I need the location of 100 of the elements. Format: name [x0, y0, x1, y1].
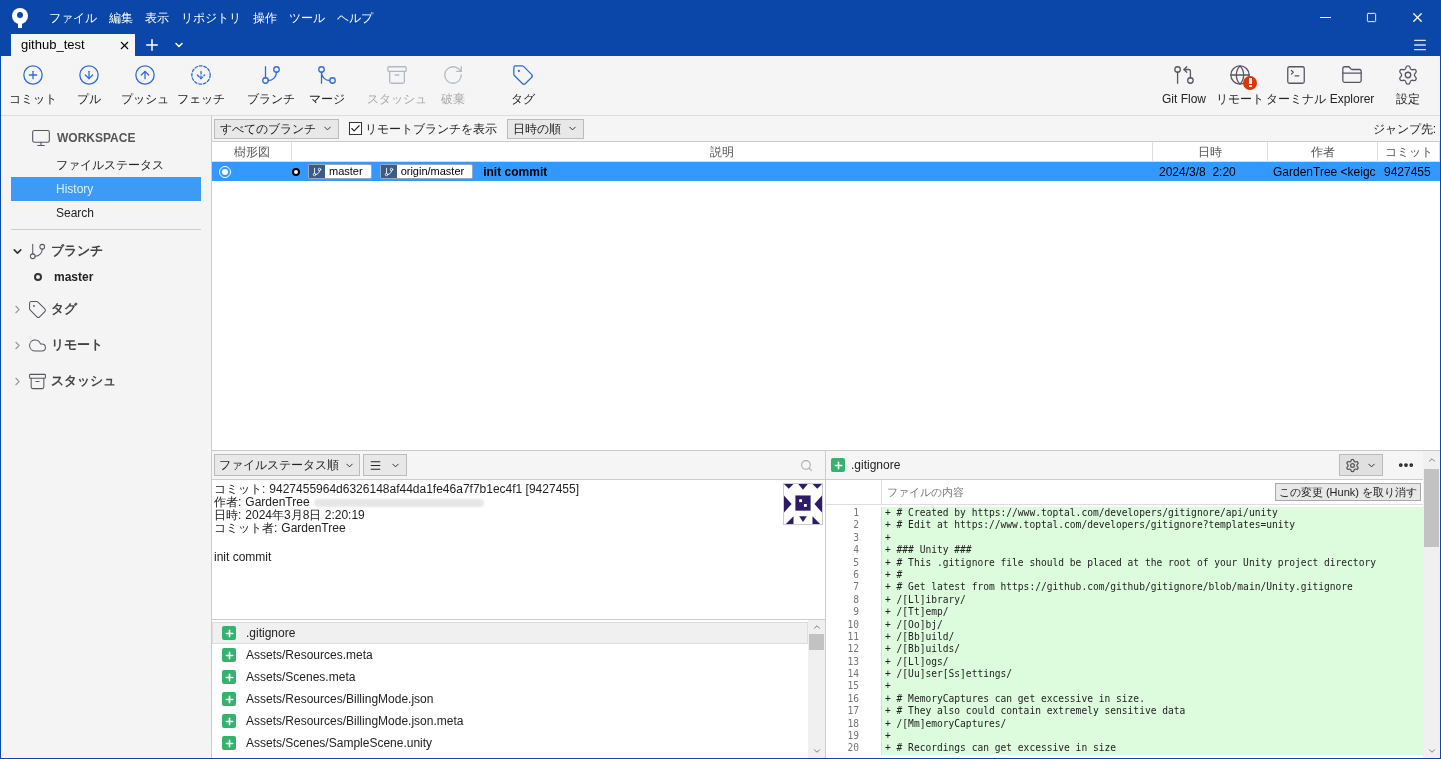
repo-tab[interactable]: github_test [11, 34, 135, 56]
scroll-up-icon[interactable] [811, 622, 822, 632]
avatar-icon [783, 483, 823, 525]
plus-circle-icon [22, 63, 44, 86]
maximize-icon [1365, 12, 1377, 23]
toolbar-button[interactable]: リモート [1212, 58, 1268, 113]
file-name: .gitignore [851, 457, 901, 474]
menu-icon[interactable] [1412, 37, 1428, 53]
hunk-header: ファイルの内容 [886, 484, 965, 500]
scroll-up-icon[interactable] [1426, 455, 1437, 465]
tag-icon [28, 299, 47, 319]
dashed-down-arrow-circle-icon [190, 63, 212, 86]
branch-icon [28, 241, 47, 261]
sort-dropdown[interactable]: 日時の順 [507, 118, 584, 139]
added-icon [831, 458, 845, 472]
column-header[interactable]: 樹形図 [212, 142, 292, 161]
section-title: WORKSPACE [57, 130, 136, 147]
sidebar-section[interactable]: ブランチ [1, 236, 211, 266]
file-sort-dropdown[interactable]: ファイルステータス順 [214, 454, 360, 476]
sidebar-section[interactable]: リモート [1, 330, 211, 360]
checkbox-label[interactable]: リモートブランチを表示 [365, 119, 497, 138]
added-icon [222, 736, 236, 750]
scrollbar[interactable] [808, 620, 825, 758]
branch-icon [260, 63, 282, 86]
scrollbar-thumb[interactable] [1424, 469, 1439, 547]
monitor-icon [31, 128, 51, 148]
menu-item[interactable]: 表示 [139, 8, 175, 27]
column-header[interactable]: 説明 [292, 142, 1153, 161]
file-row[interactable]: Assets/Resources/BillingMode.json [212, 688, 808, 710]
column-header[interactable]: 日時 [1153, 142, 1268, 161]
toolbar-button[interactable]: ブランチ [243, 58, 299, 113]
menu-item[interactable]: ファイル [43, 8, 103, 27]
stash-icon [386, 63, 408, 86]
commit-message: init commit [483, 163, 548, 181]
sidebar-item[interactable]: Search [11, 201, 201, 225]
scroll-down-icon[interactable] [1426, 746, 1437, 756]
added-icon [222, 714, 236, 728]
scrollbar-thumb[interactable] [809, 634, 824, 650]
checkbox[interactable] [349, 122, 362, 135]
detail-value: GardenTree [281, 522, 346, 535]
sidebar-section[interactable]: タグ [1, 294, 211, 324]
column-header[interactable]: コミット [1378, 142, 1440, 161]
tag-icon [512, 63, 534, 86]
sidebar-item[interactable]: master [54, 268, 94, 286]
folder-icon [1341, 63, 1363, 86]
table-cell-text: 2024/3/8 2:20 [1158, 163, 1237, 181]
settings-dropdown[interactable] [1339, 454, 1383, 476]
file-row[interactable]: Assets/Resources.meta [212, 644, 808, 666]
detail-label: 作者: [214, 496, 242, 509]
toolbar-button[interactable]: タグ [495, 58, 551, 113]
scrollbar[interactable] [1423, 451, 1440, 758]
column-header[interactable]: 作者 [1268, 142, 1378, 161]
file-row[interactable]: Assets/Scenes/SampleScene.unity [212, 732, 808, 754]
detail-value: 2024年3月8日 2:20:19 [245, 509, 365, 522]
head-marker-icon [292, 167, 300, 176]
toolbar-button[interactable]: マージ [299, 58, 355, 113]
added-icon [222, 670, 236, 684]
toolbar-button[interactable]: ターミナル [1268, 58, 1324, 113]
file-row[interactable]: Assets/Scenes.meta [212, 666, 808, 688]
scroll-down-icon[interactable] [811, 746, 822, 756]
commit-row[interactable]: master origin/master init commit 2024/3/8 2:20 GardenTree <keigc 9427455 [212, 162, 1440, 181]
minimize-icon [1319, 17, 1331, 18]
detail-label: コミット者: [214, 522, 278, 535]
view-mode-dropdown[interactable] [363, 454, 407, 476]
menu-item[interactable]: ヘルプ [331, 8, 379, 27]
file-row[interactable]: .gitignore [212, 622, 808, 644]
commit-message: init commit [214, 549, 273, 566]
toolbar-button[interactable]: 設定 [1380, 58, 1436, 113]
toolbar-button[interactable]: フェッチ [173, 58, 229, 113]
settings-icon [1397, 63, 1419, 86]
table-cell-text: 9427455 [1383, 163, 1432, 181]
branch-filter-dropdown[interactable]: すべてのブランチ [214, 118, 339, 139]
toolbar-button[interactable]: プル [61, 58, 117, 113]
toolbar-button[interactable]: プッシュ [117, 58, 173, 113]
detail-label: 日時: [214, 509, 242, 522]
file-row[interactable]: Assets/Resources/BillingMode.json.meta [212, 710, 808, 732]
settings-icon [1345, 457, 1360, 473]
up-arrow-circle-icon [134, 63, 156, 86]
sidebar-item[interactable]: ファイルステータス [11, 153, 201, 177]
graph-node-icon [220, 166, 230, 177]
menu-item[interactable]: ツール [283, 8, 331, 27]
sidebar-section[interactable]: スタッシュ [1, 366, 211, 396]
added-icon [222, 648, 236, 662]
terminal-icon [1285, 63, 1307, 86]
toolbar-button[interactable]: Git Flow [1156, 58, 1212, 113]
discard-hunk-button[interactable]: この変更 (Hunk) を取り消す [1274, 483, 1421, 501]
branch-icon [312, 166, 322, 177]
added-icon [222, 692, 236, 706]
branch-label: origin/master [379, 164, 474, 179]
detail-value: GardenTree [245, 496, 310, 509]
globe-icon [1229, 63, 1251, 86]
added-icon [222, 626, 236, 640]
menu-item[interactable]: 操作 [247, 8, 283, 27]
menu-item[interactable]: 編集 [103, 8, 139, 27]
toolbar-button[interactable]: コミット [5, 58, 61, 113]
menu-item[interactable]: リポジトリ [175, 8, 247, 27]
search-icon[interactable] [800, 458, 813, 472]
app-logo-icon [11, 7, 29, 28]
branch-label: master [308, 164, 372, 179]
new-tab-icon[interactable] [143, 36, 161, 54]
